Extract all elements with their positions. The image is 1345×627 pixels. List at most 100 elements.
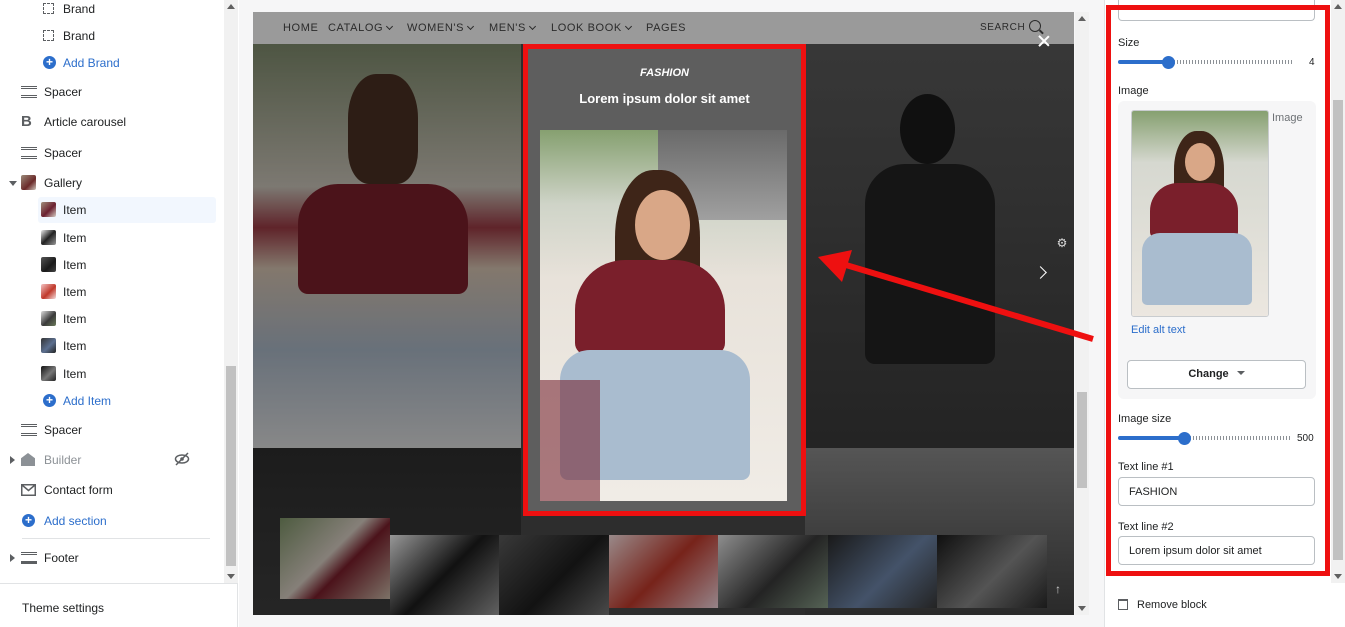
close-icon[interactable] <box>1037 34 1051 48</box>
nav-womens[interactable]: WOMEN'S <box>407 22 475 34</box>
tree-item-label: Spacer <box>44 85 83 99</box>
tree-item-spacer[interactable]: Spacer <box>0 140 224 166</box>
tree-item-gallery-item[interactable]: Item <box>0 306 224 332</box>
tree-item-gallery-item[interactable]: Item <box>0 279 224 305</box>
section-tree: Brand Brand + Add Brand Spacer B Article… <box>0 0 224 580</box>
nav-catalog[interactable]: CATALOG <box>328 22 394 34</box>
sidebar-scrollbar[interactable] <box>224 0 238 583</box>
add-circle-icon: + <box>43 56 56 69</box>
lightbox-category: FASHION <box>640 67 689 79</box>
expand-caret-icon[interactable] <box>10 554 15 562</box>
tree-item-label: Item <box>63 312 87 326</box>
tree-item-label: Contact form <box>44 483 113 497</box>
add-circle-icon: + <box>43 394 56 407</box>
block-placeholder-icon <box>43 30 54 41</box>
tree-item-label: Spacer <box>44 423 83 437</box>
scroll-down-icon[interactable] <box>227 574 235 579</box>
tree-item-label: Item <box>63 339 87 353</box>
chevron-down-icon <box>528 22 536 31</box>
tree-item-contact-form[interactable]: Contact form <box>0 477 224 503</box>
tree-item-label: Gallery <box>44 176 83 190</box>
item-thumbnail-icon <box>41 366 56 381</box>
nav-pages[interactable]: PAGES <box>646 22 686 34</box>
scroll-up-icon[interactable] <box>227 4 235 9</box>
add-section-button[interactable]: + Add section <box>0 508 224 534</box>
tree-item-brand[interactable]: Brand <box>0 0 224 22</box>
scroll-up-icon[interactable] <box>1334 4 1342 9</box>
chevron-down-icon <box>466 22 475 31</box>
trash-icon <box>1118 599 1128 610</box>
hidden-eye-icon[interactable] <box>174 452 190 466</box>
item-thumbnail-icon <box>41 202 56 217</box>
tree-item-label: Footer <box>44 551 79 565</box>
spacer-icon <box>21 424 37 436</box>
lightbox-title: Lorem ipsum dolor sit amet <box>579 91 750 106</box>
tree-item-builder[interactable]: Builder <box>0 447 224 473</box>
search-label[interactable]: SEARCH <box>980 22 1025 33</box>
tree-item-gallery[interactable]: Gallery <box>0 170 224 196</box>
scrollbar-thumb[interactable] <box>226 366 236 566</box>
expand-caret-icon[interactable] <box>10 456 15 464</box>
item-thumbnail-icon <box>41 257 56 272</box>
collapse-caret-icon[interactable] <box>9 181 17 186</box>
gear-icon[interactable]: ⚙ <box>1050 232 1074 254</box>
scrollbar-thumb[interactable] <box>1077 392 1087 488</box>
add-brand-button[interactable]: + Add Brand <box>0 50 224 76</box>
nav-label: HOME <box>283 22 319 34</box>
gallery-thumbnail-icon <box>21 175 36 190</box>
nav-home[interactable]: HOME <box>283 22 318 34</box>
tree-item-gallery-item-selected[interactable]: Item <box>38 197 216 223</box>
tree-item-article-carousel[interactable]: B Article carousel <box>0 109 224 135</box>
nav-label: WOMEN'S <box>407 22 465 34</box>
spacer-icon <box>21 86 37 98</box>
item-thumbnail-icon <box>41 338 56 353</box>
add-item-label: Add Item <box>63 394 112 408</box>
scrollbar-thumb[interactable] <box>1333 100 1343 560</box>
lightbox-popup: FASHION Lorem ipsum dolor sit amet <box>523 44 806 516</box>
remove-block-label: Remove block <box>1137 599 1207 611</box>
panel-scrollbar[interactable] <box>1331 0 1345 583</box>
tree-item-label: Item <box>63 203 87 217</box>
scroll-to-top-icon[interactable]: ↑ <box>1055 582 1061 596</box>
tree-item-label: Item <box>63 258 87 272</box>
mail-icon <box>21 484 36 496</box>
item-thumbnail-icon <box>41 284 56 299</box>
highlight-box-settings <box>1106 5 1330 576</box>
tree-item-gallery-item[interactable]: Item <box>0 333 224 359</box>
add-section-label: Add section <box>44 514 107 528</box>
add-item-button[interactable]: + Add Item <box>0 388 224 414</box>
scroll-down-icon[interactable] <box>1078 606 1086 611</box>
add-circle-icon: + <box>22 514 35 527</box>
nav-label: PAGES <box>646 22 687 34</box>
spacer-icon <box>21 147 37 159</box>
tree-item-label: Brand <box>63 29 96 43</box>
tree-item-label: Builder <box>44 453 82 467</box>
preview-scrollbar[interactable] <box>1075 12 1089 615</box>
search-icon[interactable] <box>1029 20 1041 32</box>
tree-item-spacer[interactable]: Spacer <box>0 79 224 105</box>
nav-label: LOOK BOOK <box>551 22 622 34</box>
store-navigation: HOME CATALOG WOMEN'S MEN'S LOOK BOOK PAG… <box>253 12 1074 44</box>
nav-mens[interactable]: MEN'S <box>489 22 536 34</box>
scroll-down-icon[interactable] <box>1334 574 1342 579</box>
footer-icon <box>21 552 37 564</box>
block-placeholder-icon <box>43 3 54 14</box>
scroll-up-icon[interactable] <box>1078 16 1086 21</box>
tree-item-label: Item <box>63 231 87 245</box>
tree-item-gallery-item[interactable]: Item <box>0 361 224 387</box>
tree-item-brand[interactable]: Brand <box>0 23 224 49</box>
tree-item-footer[interactable]: Footer <box>0 545 224 571</box>
divider <box>22 538 210 539</box>
tree-item-label: Brand <box>63 2 96 16</box>
nav-look-book[interactable]: LOOK BOOK <box>551 22 632 34</box>
item-thumbnail-icon <box>41 311 56 326</box>
lightbox-image <box>540 130 787 501</box>
tree-item-gallery-item[interactable]: Item <box>0 225 224 251</box>
theme-settings-button[interactable]: Theme settings <box>0 583 238 627</box>
tree-item-gallery-item[interactable]: Item <box>0 252 224 278</box>
chevron-down-icon <box>624 22 632 31</box>
remove-block-button[interactable]: Remove block <box>1118 597 1207 611</box>
tree-item-label: Item <box>63 285 87 299</box>
item-thumbnail-icon <box>41 230 56 245</box>
tree-item-spacer[interactable]: Spacer <box>0 417 224 443</box>
